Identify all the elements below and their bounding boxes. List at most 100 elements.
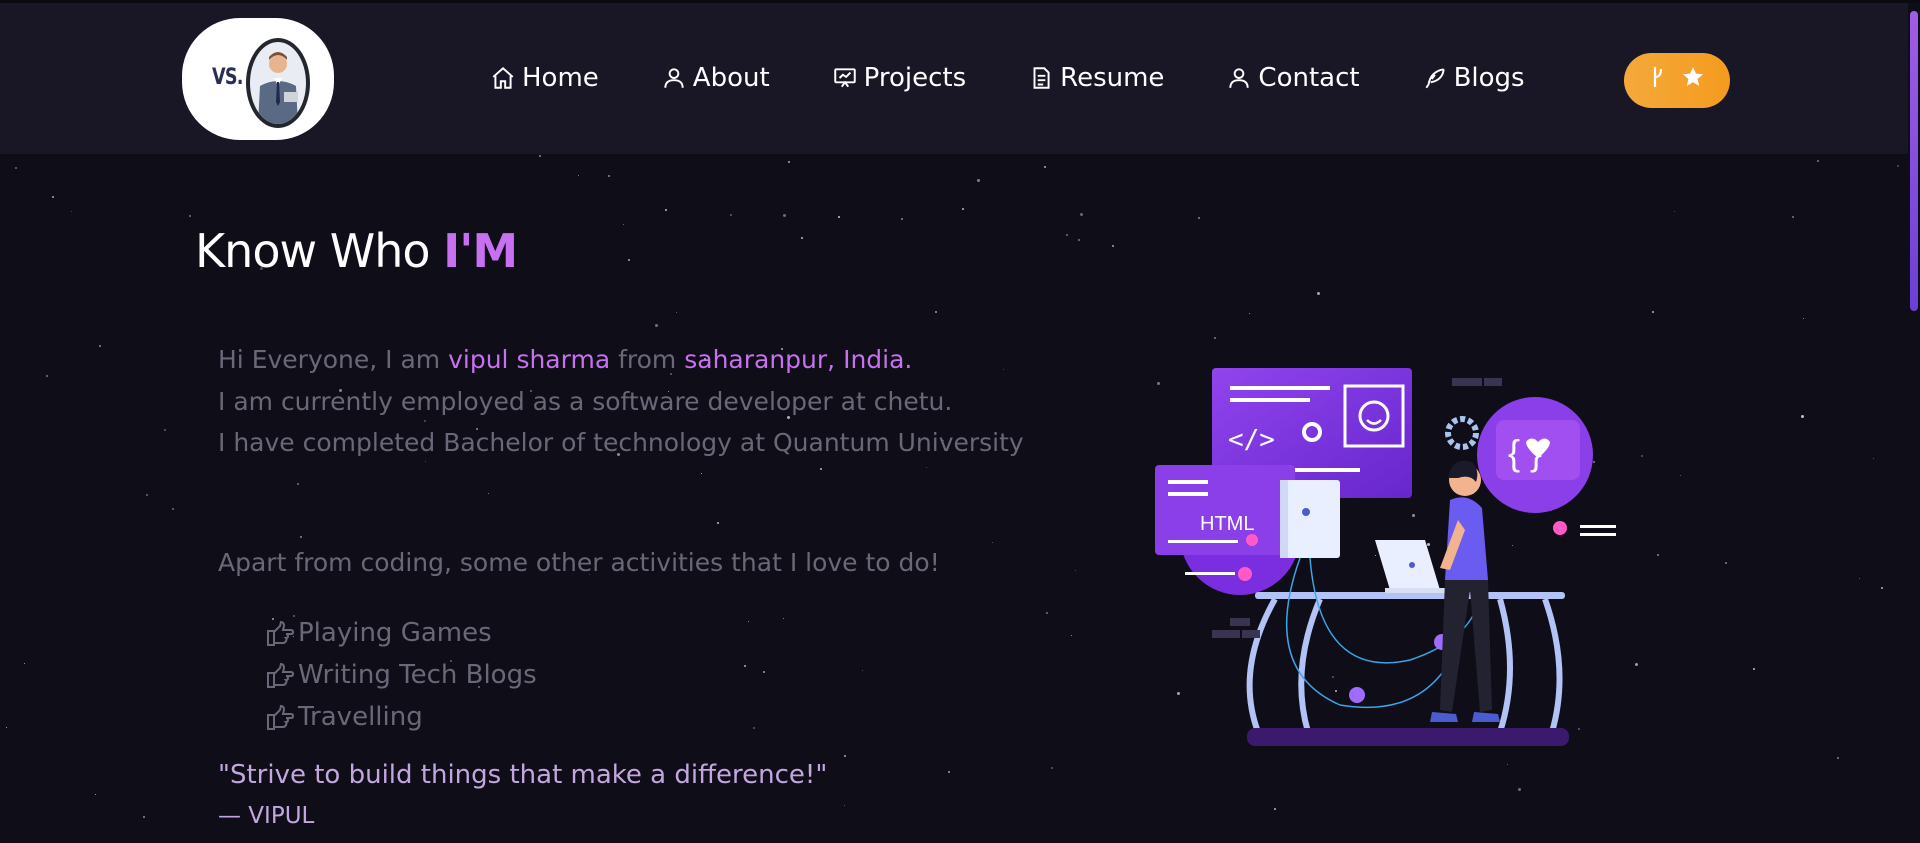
- logo[interactable]: VS.: [182, 18, 334, 140]
- star-dot: [1071, 635, 1072, 636]
- star-dot: [1518, 788, 1521, 791]
- nav-projects-label: Projects: [863, 63, 967, 93]
- github-fork-star-button[interactable]: [1624, 53, 1730, 108]
- intro-education: I have completed Bachelor of technology …: [218, 428, 1024, 457]
- star-dot: [992, 542, 993, 543]
- star-dot: [1652, 311, 1654, 313]
- star-dot: [1817, 160, 1819, 162]
- nav-projects[interactable]: Projects: [832, 63, 967, 93]
- scrollbar-thumb[interactable]: [1910, 11, 1918, 311]
- star-dot: [744, 665, 746, 667]
- star-dot: [1112, 245, 1114, 247]
- star-dot: [172, 508, 174, 510]
- star-dot: [1897, 165, 1899, 167]
- star-dot: [788, 161, 790, 163]
- logo-text: VS.: [212, 65, 243, 90]
- star-dot: [901, 218, 903, 220]
- star-dot: [1051, 767, 1053, 769]
- star-dot: [977, 179, 980, 182]
- document-icon: [1028, 65, 1054, 91]
- star-dot: [6, 727, 7, 728]
- star-dot: [1881, 587, 1883, 589]
- page-scrollbar[interactable]: [1908, 3, 1920, 843]
- star-dot: [15, 167, 17, 169]
- star-dot: [628, 259, 630, 261]
- code-symbol: </>: [1228, 425, 1275, 455]
- star-dot: [935, 311, 937, 313]
- star-dot: [1317, 292, 1320, 295]
- nav-contact-label: Contact: [1258, 63, 1360, 93]
- star-dot: [608, 175, 610, 177]
- quote-author: — VIPUL: [218, 803, 315, 829]
- activity-label: Writing Tech Blogs: [298, 660, 537, 690]
- star-dot: [71, 211, 72, 212]
- activities-title: Apart from coding, some other activities…: [218, 548, 940, 577]
- nav-resume[interactable]: Resume: [1028, 63, 1164, 93]
- star-dot: [801, 237, 803, 239]
- intro-line-1: Hi Everyone, I am vipul sharma from saha…: [218, 339, 1046, 381]
- nav-about-label: About: [692, 63, 770, 93]
- star-dot: [1075, 570, 1076, 571]
- user-icon: [661, 65, 687, 91]
- quote-text: "Strive to build things that make a diff…: [218, 760, 828, 790]
- star-dot: [300, 536, 302, 538]
- star-dot: [46, 375, 48, 377]
- star-dot: [665, 209, 667, 211]
- list-item: Travelling: [264, 696, 537, 738]
- star-dot: [1044, 166, 1046, 168]
- star-dot: [1066, 234, 1068, 236]
- intro-employment: I am currently employed as a software de…: [218, 386, 953, 416]
- star-dot: [948, 771, 950, 773]
- developer-illustration: </> HTML { }: [1155, 368, 1616, 746]
- star-dot: [676, 312, 677, 313]
- presentation-icon: [832, 65, 858, 91]
- star-dot: [1753, 668, 1755, 670]
- star-dot: [962, 208, 964, 210]
- html-label: HTML: [1200, 513, 1254, 535]
- star-dot: [146, 494, 148, 496]
- star-dot: [1249, 313, 1250, 314]
- star-dot: [838, 216, 840, 218]
- list-item: Playing Games: [264, 612, 537, 654]
- star-dot: [926, 467, 927, 468]
- star-dot: [539, 155, 541, 157]
- nav-about[interactable]: About: [661, 63, 770, 93]
- star-dot: [1274, 808, 1276, 810]
- nav-home-label: Home: [522, 63, 599, 93]
- heading-prefix: Know Who: [195, 224, 444, 278]
- star-dot: [623, 224, 624, 225]
- about-heading: Know Who I'M: [195, 224, 518, 278]
- intro-location: saharanpur, India.: [684, 345, 913, 374]
- star-dot: [701, 473, 702, 474]
- star-dot: [24, 663, 25, 664]
- nav-contact[interactable]: Contact: [1226, 63, 1360, 93]
- pointing-hand-icon: [267, 704, 294, 730]
- activity-label: Travelling: [298, 702, 423, 732]
- user-icon: [1226, 65, 1252, 91]
- star-dot: [1680, 475, 1681, 476]
- star-dot: [1859, 578, 1860, 579]
- intro-name: vipul sharma: [448, 345, 611, 374]
- star-dot: [143, 816, 145, 818]
- star-dot: [189, 215, 191, 217]
- nav-blogs[interactable]: Blogs: [1422, 63, 1525, 93]
- nav-blogs-label: Blogs: [1453, 63, 1525, 93]
- star-dot: [763, 671, 765, 673]
- pointing-hand-icon: [267, 662, 294, 688]
- feather-pen-icon: [1422, 65, 1448, 91]
- nav-home[interactable]: Home: [490, 63, 599, 93]
- intro-greeting: Hi Everyone, I am: [218, 345, 449, 374]
- nav-resume-label: Resume: [1060, 63, 1165, 93]
- logo-avatar: [246, 38, 310, 128]
- star-icon: [1681, 65, 1705, 96]
- star-dot: [1214, 337, 1216, 339]
- star-dot: [783, 618, 784, 619]
- star-dot: [1078, 239, 1080, 241]
- star-dot: [1792, 216, 1794, 218]
- star-dot: [1507, 764, 1508, 765]
- pointing-hand-icon: [267, 620, 294, 646]
- star-dot: [1801, 415, 1804, 418]
- star-dot: [1657, 554, 1659, 556]
- star-dot: [1641, 455, 1643, 457]
- activities-list: Playing Games Writing Tech Blogs Travell…: [264, 612, 537, 738]
